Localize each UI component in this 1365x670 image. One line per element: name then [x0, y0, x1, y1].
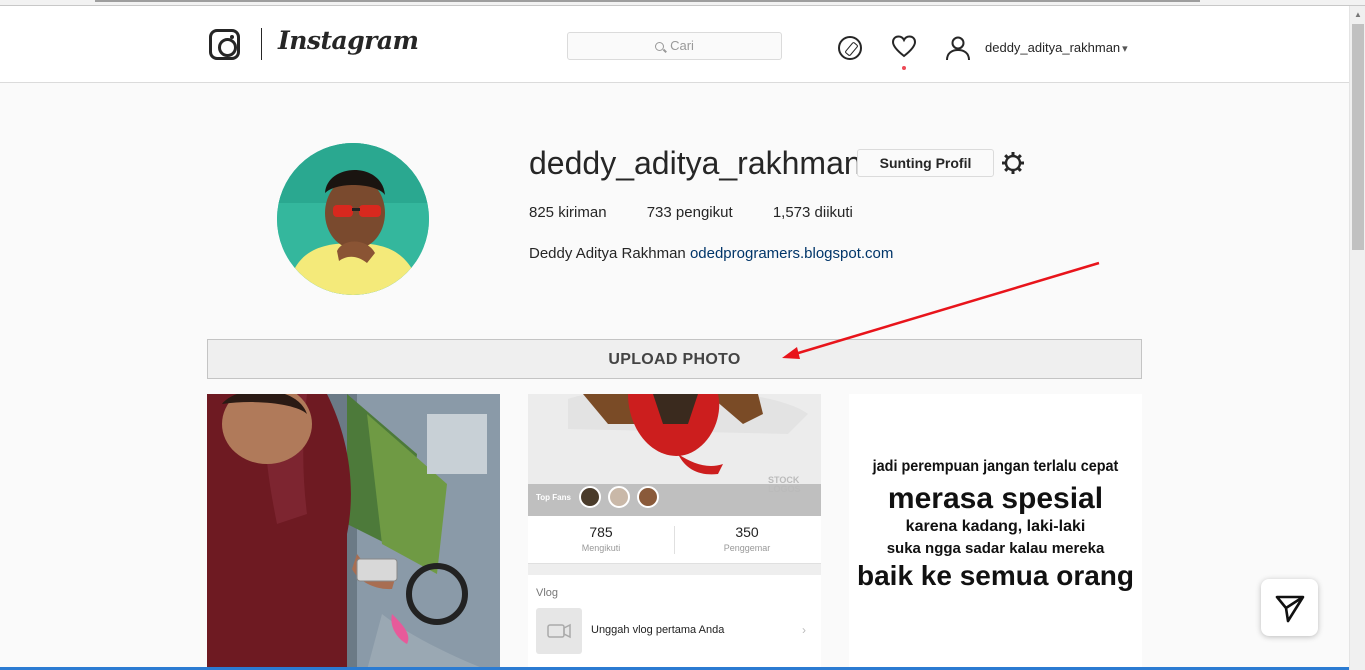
post2-watermark: STOCK LOGOS — [768, 476, 801, 494]
post3-text-line2: merasa spesial — [887, 482, 1104, 515]
instagram-camera-icon[interactable] — [209, 29, 240, 60]
post-thumbnail-2[interactable]: Top Fans STOCK LOGOS 785 Mengikuti 350 Pe… — [528, 394, 821, 670]
profile-full-name: Deddy Aditya Rakhman — [529, 245, 686, 262]
post2-top-fans-label: Top Fans — [536, 493, 571, 502]
paper-plane-icon — [1275, 595, 1305, 623]
post2-fans-stat: 350 Penggemar — [674, 524, 820, 553]
search-icon — [655, 42, 665, 51]
explore-compass-icon[interactable] — [838, 36, 862, 60]
post3-text-line3: karena kadang, laki-laki — [905, 518, 1086, 535]
scrollbar-thumb[interactable] — [1352, 24, 1364, 250]
post2-following-count: 785 — [589, 524, 613, 540]
scroll-up-arrow-icon[interactable]: ▲ — [1354, 10, 1362, 19]
post-thumbnail-3[interactable]: jadi perempuan jangan terlalu cepat mera… — [849, 394, 1142, 670]
post2-watermark-line2: LOGOS — [768, 484, 801, 494]
top-navigation: Instagram Cari deddy_aditya_rakhman ▾ — [0, 6, 1349, 83]
chevron-down-icon: ▾ — [1122, 43, 1128, 55]
chevron-right-icon: › — [802, 623, 806, 637]
upload-photo-button[interactable]: UPLOAD PHOTO — [207, 339, 1142, 379]
post2-banner-art — [528, 394, 821, 516]
post2-vlog-title: Vlog — [536, 587, 559, 599]
profile-avatar[interactable] — [277, 143, 429, 295]
avatar-photo — [277, 143, 429, 295]
search-input[interactable]: Cari — [567, 32, 782, 60]
posts-count: 825 — [529, 204, 555, 221]
following-label: diikuti — [814, 204, 853, 221]
instagram-wordmark[interactable]: Instagram — [278, 26, 419, 55]
page-scrollbar[interactable]: ▲ — [1349, 6, 1365, 670]
logo-divider — [261, 28, 262, 60]
profile-website-link[interactable]: odedprogramers.blogspot.com — [690, 245, 893, 262]
browser-progress-line — [95, 0, 1200, 2]
notification-dot — [902, 66, 906, 70]
post2-video-camera-icon — [536, 608, 582, 654]
settings-gear-icon[interactable] — [1001, 151, 1025, 175]
post3-text-line4: suka ngga sadar kalau mereka — [886, 540, 1105, 557]
account-username: deddy_aditya_rakhman — [985, 40, 1121, 55]
post-thumbnail-1[interactable] — [207, 394, 500, 670]
post2-fans-label: Penggemar — [723, 543, 771, 553]
post2-following-stat: 785 Mengikuti — [528, 524, 674, 553]
post2-following-label: Mengikuti — [581, 543, 621, 553]
followers-label: pengikut — [675, 204, 733, 221]
profile-username: deddy_aditya_rakhman — [529, 145, 862, 181]
activity-heart-icon[interactable] — [891, 34, 917, 60]
edit-profile-button[interactable]: Sunting Profil — [857, 149, 994, 177]
account-menu[interactable]: deddy_aditya_rakhman ▾ — [985, 40, 1128, 55]
following-stat[interactable]: 1,573 diikuti — [773, 204, 853, 221]
posts-stat[interactable]: 825 kiriman — [529, 204, 607, 221]
post2-banner: Top Fans STOCK LOGOS — [528, 394, 821, 516]
post2-stats-row: 785 Mengikuti 350 Penggemar — [528, 516, 821, 564]
post-photo-woman — [207, 394, 500, 670]
direct-message-button[interactable] — [1261, 579, 1318, 636]
profile-stats: 825 kiriman 733 pengikut 1,573 diikuti — [529, 204, 889, 221]
followers-count: 733 — [646, 204, 672, 221]
search-placeholder: Cari — [670, 38, 694, 53]
post3-text-line1: jadi perempuan jangan terlalu cepat — [872, 458, 1119, 475]
post2-fan-avatar — [579, 486, 601, 508]
followers-stat[interactable]: 733 pengikut — [647, 204, 733, 221]
post2-vlog-cta: Unggah vlog pertama Anda — [591, 624, 725, 636]
profile-user-icon[interactable] — [945, 35, 971, 61]
post3-text-line5: baik ke semua orang — [856, 560, 1134, 591]
post2-vlog-card: Vlog Unggah vlog pertama Anda › — [528, 575, 821, 670]
post2-fans-count: 350 — [735, 524, 759, 540]
post2-fan-avatar — [608, 486, 630, 508]
post2-fan-avatar — [637, 486, 659, 508]
posts-label: kiriman — [558, 204, 607, 221]
profile-bio: Deddy Aditya Rakhman odedprogramers.blog… — [529, 245, 893, 262]
following-count: 1,573 — [772, 204, 811, 221]
